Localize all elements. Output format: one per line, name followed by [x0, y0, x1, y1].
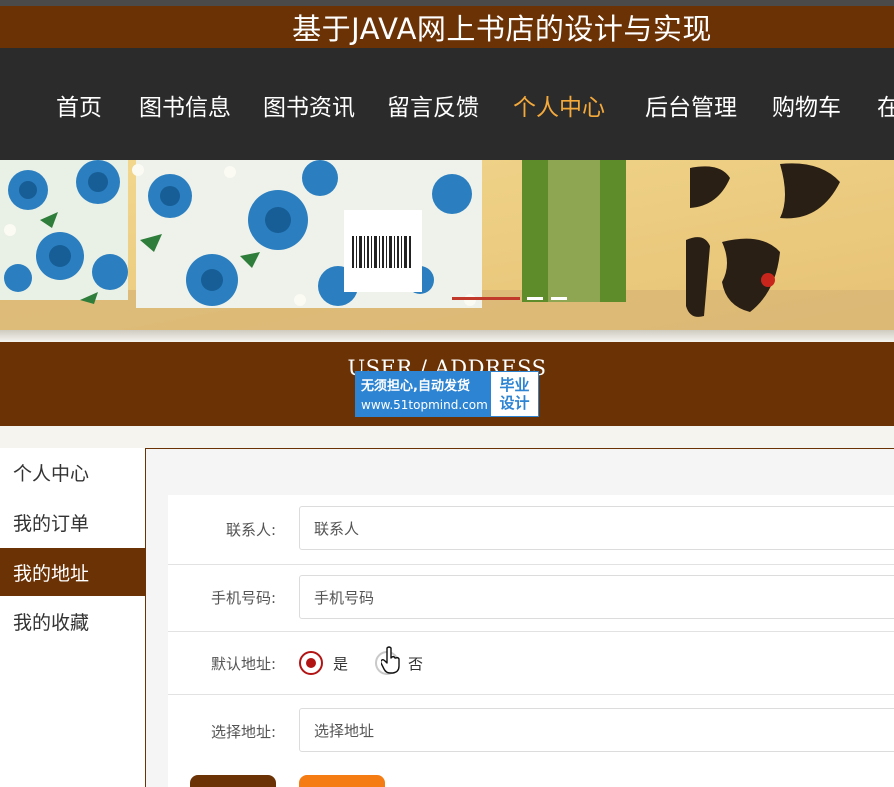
nav-user-center[interactable]: 个人中心	[513, 88, 605, 122]
user-sidebar: 个人中心 我的订单 我的地址 我的收藏	[0, 448, 145, 787]
address-label: 选择地址:	[210, 723, 276, 741]
form-row-default: 默认地址: 是 否	[168, 632, 894, 695]
main-nav: 首页 图书信息 图书资讯 留言反馈 个人中心 后台管理 购物车 在	[0, 48, 894, 160]
default-label: 默认地址:	[210, 655, 276, 673]
banner-shadow	[0, 330, 894, 342]
default-yes-radio[interactable]	[299, 651, 323, 675]
watermark-badge: 无须担心,自动发货 www.51topmind.com 毕业 设计	[355, 371, 539, 417]
address-form-panel: 联系人: 联系人 手机号码: 手机号码 默认地址: 是 否 选择地址: 选择地址	[145, 448, 894, 787]
nav-book-news[interactable]: 图书资讯	[263, 88, 355, 122]
watermark-tag-line1: 毕业	[499, 376, 530, 394]
watermark-text: 无须担心,自动发货 www.51topmind.com	[355, 371, 490, 417]
banner-image	[0, 160, 894, 332]
sidebar-item-addresses[interactable]: 我的地址	[0, 548, 145, 596]
form-row-phone: 手机号码: 手机号码	[168, 565, 894, 632]
address-form: 联系人: 联系人 手机号码: 手机号码 默认地址: 是 否 选择地址: 选择地址	[168, 495, 894, 787]
site-title: 基于JAVA网上书店的设计与实现	[292, 12, 712, 46]
watermark-tag-line2: 设计	[499, 394, 530, 412]
banner-carousel[interactable]	[0, 160, 894, 332]
nav-more[interactable]: 在	[877, 88, 894, 122]
phone-label: 手机号码:	[210, 589, 276, 607]
phone-input[interactable]: 手机号码	[299, 575, 894, 619]
watermark-line1: 无须担心,自动发货	[361, 379, 470, 394]
sidebar-item-orders[interactable]: 我的订单	[0, 498, 145, 546]
site-title-bar: 基于JAVA网上书店的设计与实现	[0, 6, 894, 48]
sidebar-item-user-center[interactable]: 个人中心	[0, 448, 145, 496]
sidebar-item-favorites[interactable]: 我的收藏	[0, 597, 145, 645]
hand-cursor-icon	[381, 646, 400, 674]
reset-button[interactable]	[299, 775, 385, 787]
form-row-address: 选择地址: 选择地址	[168, 695, 894, 765]
default-yes-label[interactable]: 是	[333, 653, 348, 674]
submit-button[interactable]	[190, 775, 276, 787]
contact-label: 联系人:	[225, 521, 276, 539]
form-row-contact: 联系人: 联系人	[168, 495, 894, 565]
nav-home[interactable]: 首页	[56, 88, 102, 122]
nav-feedback[interactable]: 留言反馈	[387, 88, 479, 122]
nav-cart[interactable]: 购物车	[772, 88, 841, 122]
watermark-url: www.51topmind.com	[361, 398, 488, 412]
contact-input[interactable]: 联系人	[299, 506, 894, 550]
nav-admin[interactable]: 后台管理	[645, 88, 737, 122]
nav-book-info[interactable]: 图书信息	[139, 88, 231, 122]
watermark-tag: 毕业 设计	[490, 371, 539, 417]
default-no-label[interactable]: 否	[408, 653, 423, 674]
address-select[interactable]: 选择地址	[299, 708, 894, 752]
